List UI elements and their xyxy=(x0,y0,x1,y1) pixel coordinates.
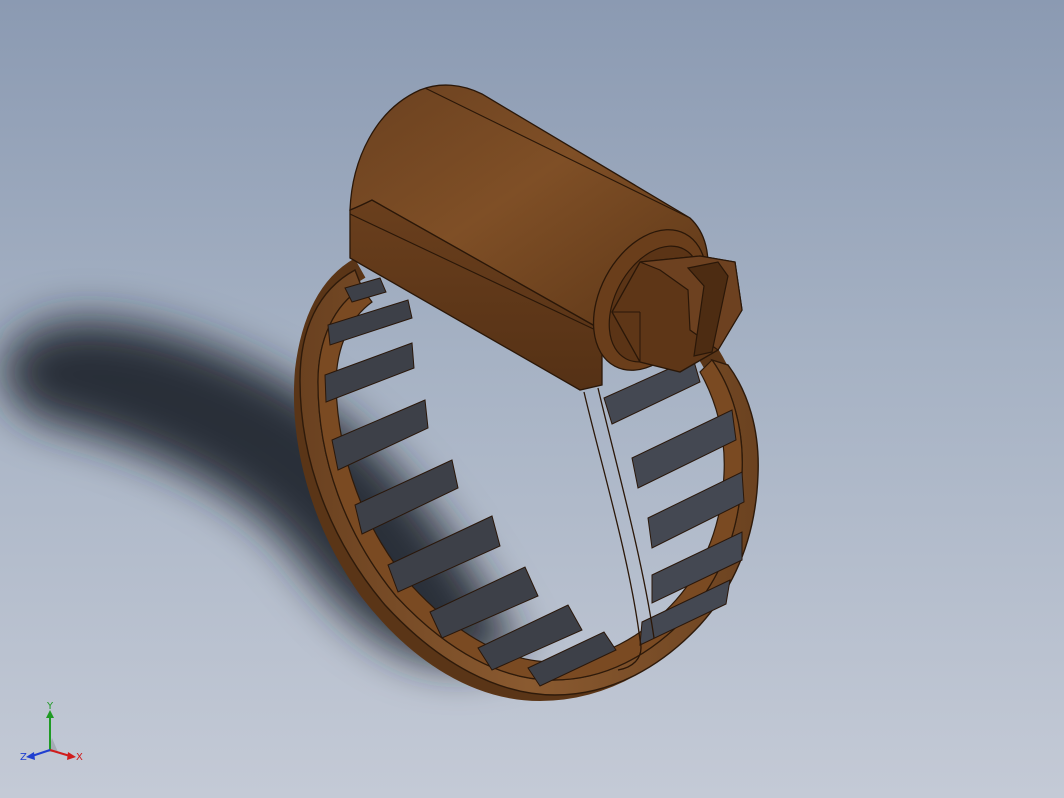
x-axis-line xyxy=(49,749,71,757)
x-axis-arrow xyxy=(67,752,76,760)
y-axis-label: Y xyxy=(46,701,54,712)
orientation-triad[interactable]: X Y Z xyxy=(18,700,90,772)
z-axis-label: Z xyxy=(20,752,27,763)
slot xyxy=(631,409,737,489)
z-axis-arrow xyxy=(26,752,35,760)
x-axis-label: X xyxy=(76,752,83,763)
cad-viewport[interactable]: X Y Z xyxy=(0,0,1064,798)
model-scene[interactable] xyxy=(0,0,1064,798)
z-axis-line xyxy=(31,749,51,757)
